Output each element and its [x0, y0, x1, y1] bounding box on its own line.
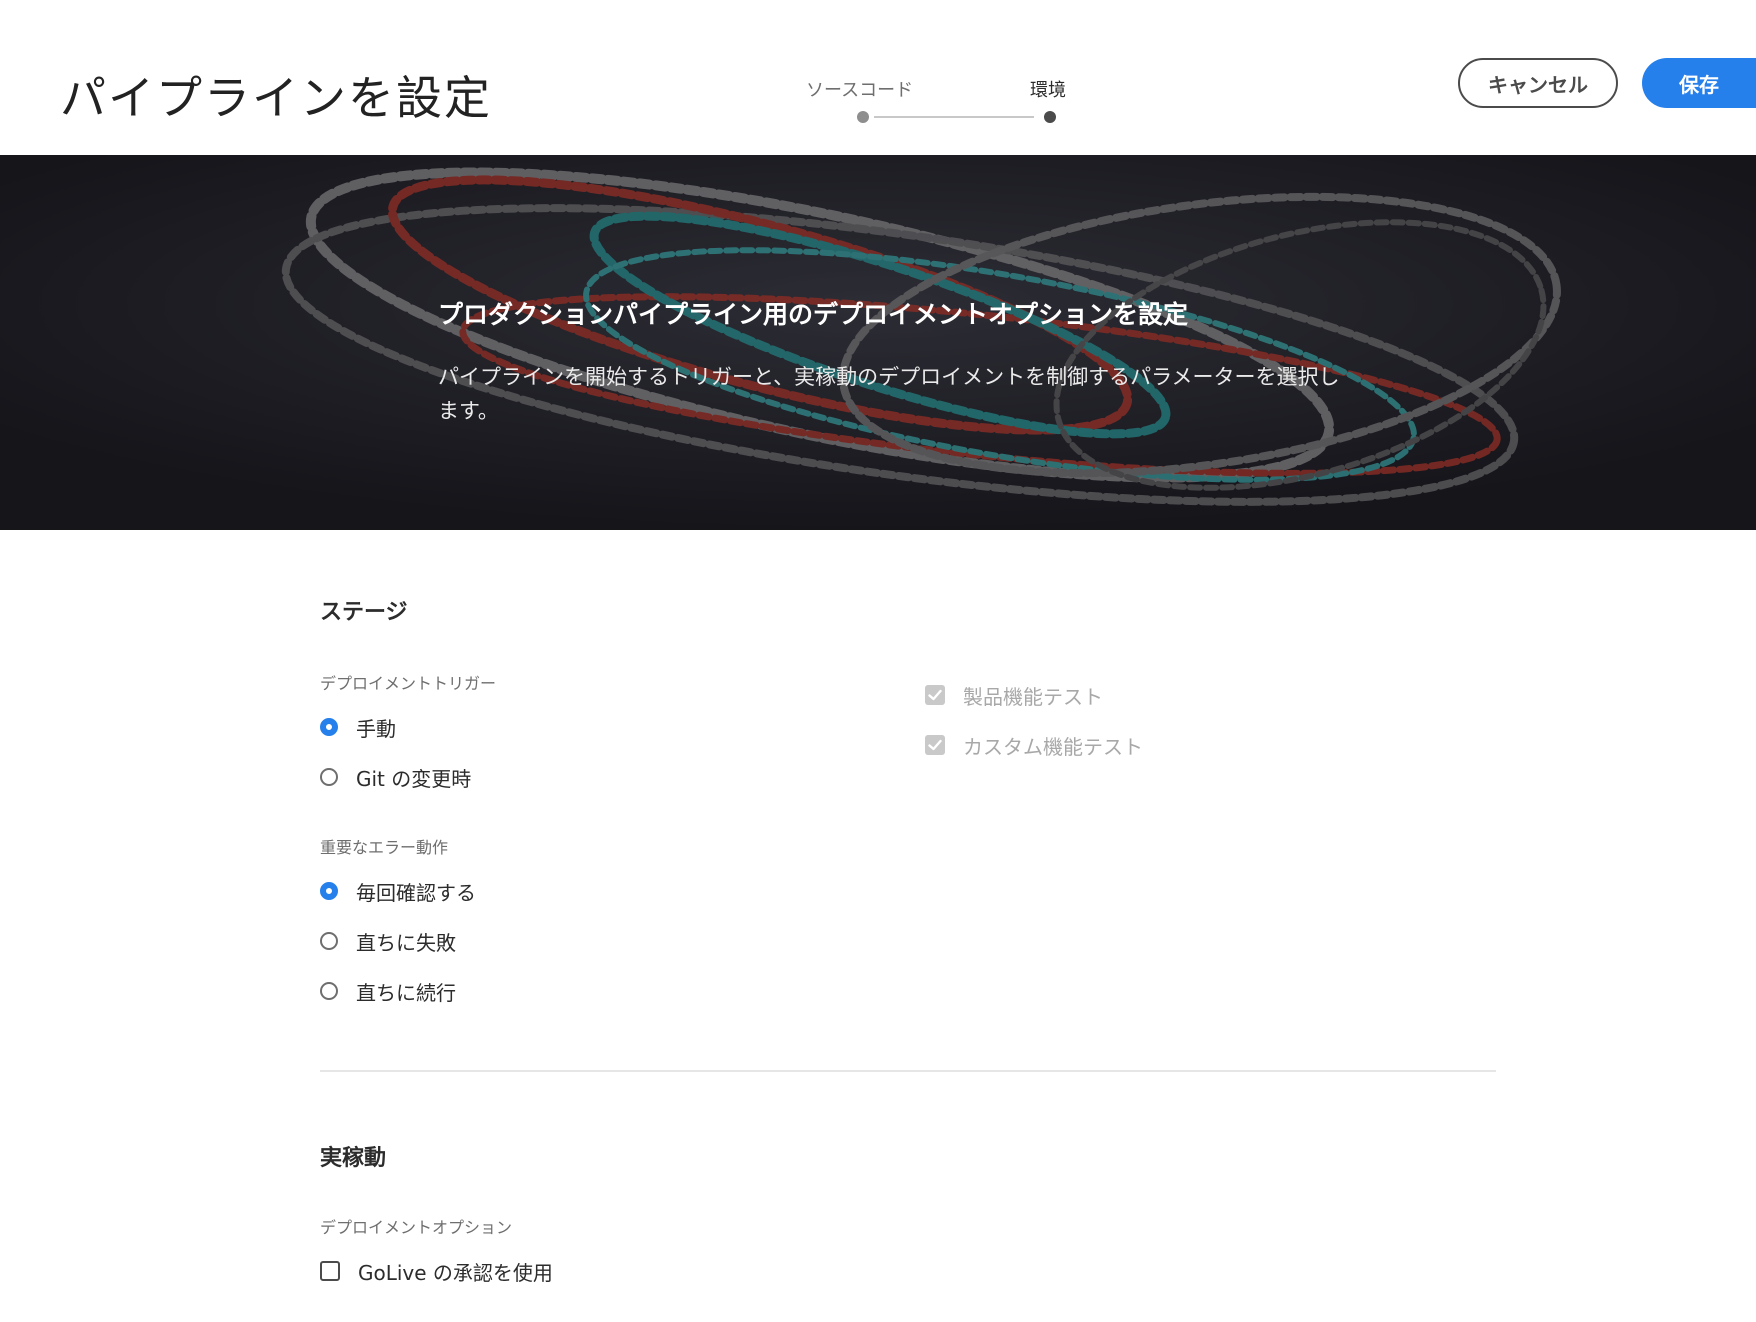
deployment-trigger-label: デプロイメントトリガー: [320, 674, 497, 693]
radio-unchecked-icon[interactable]: [320, 768, 338, 786]
checkbox-label: カスタム機能テスト: [963, 734, 1143, 759]
custom-functional-test-checkbox[interactable]: カスタム機能テスト: [925, 730, 1143, 760]
radio-unchecked-icon[interactable]: [320, 932, 338, 950]
stage-section-title: ステージ: [320, 600, 408, 625]
error-continue-option[interactable]: 直ちに続行: [320, 976, 456, 1006]
trigger-git-option[interactable]: Git の変更時: [320, 762, 471, 792]
section-divider: [320, 1070, 1496, 1072]
save-button[interactable]: 保存: [1642, 58, 1756, 108]
page-header: パイプラインを設定 ソースコード 環境 キャンセル 保存: [0, 0, 1756, 155]
checkmark-icon[interactable]: [925, 685, 945, 705]
hero-banner: プロダクションパイプライン用のデプロイメントオプションを設定 パイプラインを開始…: [0, 155, 1756, 530]
step-source-code-dot[interactable]: [857, 111, 869, 123]
checkbox-label: 製品機能テスト: [963, 684, 1103, 709]
trigger-manual-option[interactable]: 手動: [320, 712, 396, 742]
step-environment-dot[interactable]: [1044, 111, 1056, 123]
option-label: 直ちに失敗: [356, 930, 456, 955]
golive-approval-checkbox[interactable]: GoLive の承認を使用: [320, 1256, 553, 1286]
radio-checked-icon[interactable]: [320, 718, 338, 736]
radio-checked-icon[interactable]: [320, 882, 338, 900]
production-section-title: 実稼動: [320, 1146, 387, 1171]
stepper-connector: [874, 116, 1034, 118]
hero-title: プロダクションパイプライン用のデプロイメントオプションを設定: [438, 300, 1189, 329]
step-source-code-label[interactable]: ソースコード: [806, 76, 913, 102]
option-label: Git の変更時: [356, 766, 472, 791]
deployment-options-label: デプロイメントオプション: [320, 1218, 513, 1237]
step-environment-label[interactable]: 環境: [1030, 76, 1066, 102]
hero-description: パイプラインを開始するトリガーと、実稼動のデプロイメントを制御するパラメーターを…: [438, 365, 1340, 423]
radio-unchecked-icon[interactable]: [320, 982, 338, 1000]
error-behavior-label: 重要なエラー動作: [320, 838, 449, 857]
wizard-stepper: ソースコード 環境: [790, 76, 1090, 126]
checkbox-label: GoLive の承認を使用: [358, 1260, 553, 1285]
checkbox-unchecked-icon[interactable]: [320, 1261, 340, 1281]
checkmark-icon[interactable]: [925, 735, 945, 755]
hero-background-art: [0, 155, 1756, 530]
product-functional-test-checkbox[interactable]: 製品機能テスト: [925, 680, 1103, 710]
error-fail-option[interactable]: 直ちに失敗: [320, 926, 456, 956]
option-label: 手動: [356, 716, 396, 741]
cancel-button[interactable]: キャンセル: [1458, 58, 1618, 108]
error-ask-option[interactable]: 毎回確認する: [320, 876, 476, 906]
page-title: パイプラインを設定: [60, 71, 492, 125]
option-label: 直ちに続行: [356, 980, 456, 1005]
option-label: 毎回確認する: [356, 880, 476, 905]
